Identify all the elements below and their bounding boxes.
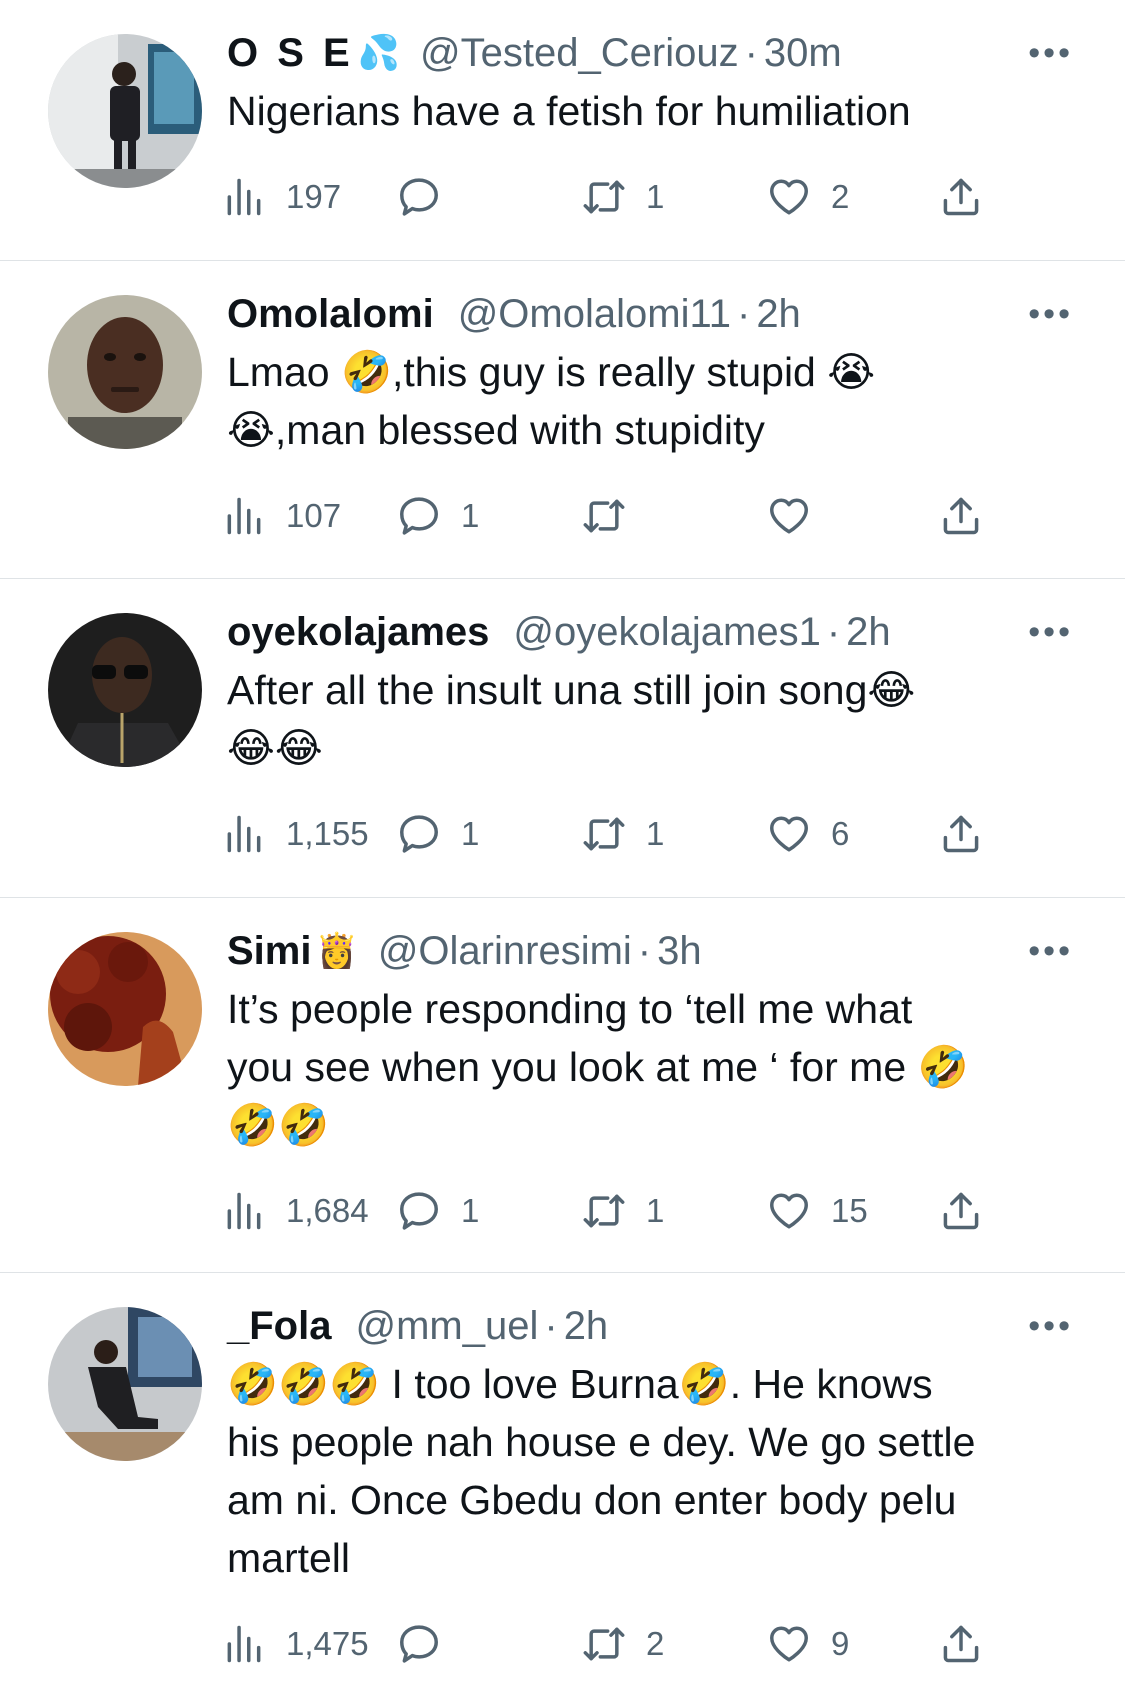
heart-outline-icon [770,1626,808,1662]
like-count: 9 [831,1625,850,1662]
avatar-photo [48,1307,202,1461]
reply-feed: O S E 💦 @Tested_Ceriouz · 30m ••• Nigeri… [0,0,1125,1708]
user-handle[interactable]: @mm_uel [355,1304,538,1349]
retweet-arrows-icon [583,1627,625,1661]
views-button[interactable]: 1,475 [222,1605,369,1683]
retweet-count: 2 [646,1625,665,1662]
action-bar: 1,475 2 9 [227,1605,1077,1683]
share-button[interactable] [939,1605,983,1683]
bar-chart-icon [227,1625,261,1663]
like-button[interactable]: 9 [767,1605,849,1683]
timestamp[interactable]: 2h [564,1304,609,1349]
speech-bubble-icon [400,1625,438,1663]
tweet[interactable]: _Fola @mm_uel · 2h ••• 🤣🤣🤣 I too love Bu… [0,0,1125,1708]
share-upload-icon [943,1625,979,1663]
more-options-icon[interactable]: ••• [1028,1309,1073,1343]
views-count: 1,475 [286,1625,369,1662]
retweet-button[interactable]: 2 [582,1605,664,1683]
separator-dot: · [544,1303,558,1348]
display-name[interactable]: _Fola [227,1304,331,1349]
reply-button[interactable] [397,1605,461,1683]
avatar[interactable] [48,1307,202,1461]
tweet-text: 🤣🤣🤣 I too love Burna🤣. He knows his peop… [227,1361,976,1581]
tweet-header: _Fola @mm_uel · 2h ••• [227,1297,1077,1355]
